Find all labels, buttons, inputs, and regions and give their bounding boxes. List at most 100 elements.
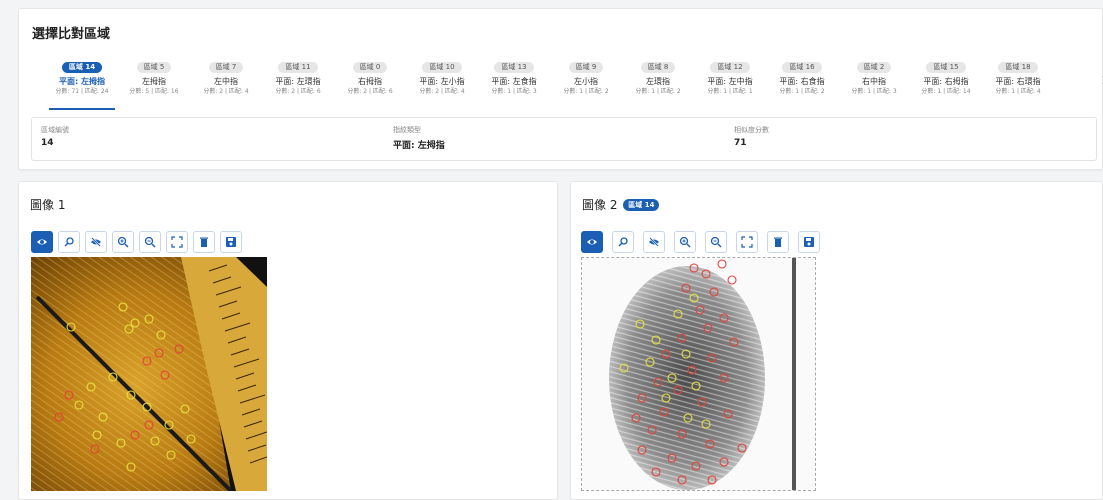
- tab-region-13[interactable]: 區域 13 平面: 左食指 分數: 1 | 匹配: 3: [479, 54, 549, 110]
- zoom-out-button[interactable]: [139, 231, 161, 253]
- tab-region-12[interactable]: 區域 12 平面: 左中指 分數: 1 | 匹配: 1: [695, 54, 765, 110]
- save-icon: [226, 237, 236, 247]
- region-number-label: 區域編號: [41, 126, 69, 134]
- region-number-value: 14: [41, 138, 54, 148]
- zoom-out-icon: [710, 236, 722, 248]
- zoom-search-button[interactable]: [58, 231, 80, 253]
- zoom-in-button[interactable]: [674, 231, 696, 253]
- toggle-markers-button[interactable]: [31, 231, 53, 253]
- image-2-title-text: 圖像 2: [582, 198, 618, 212]
- tab-badge: 區域 7: [208, 62, 244, 73]
- image-2-title: 圖像 2 區域 14: [582, 196, 660, 213]
- tab-meta: 分數: 1 | 匹配: 2: [635, 88, 681, 95]
- trash-icon: [200, 237, 208, 247]
- fullscreen-icon: [171, 236, 183, 248]
- tab-meta: 分數: 2 | 匹配: 6: [275, 88, 321, 95]
- fullscreen-button[interactable]: [736, 231, 758, 253]
- fingerprint-image-2[interactable]: [581, 257, 816, 491]
- image-1-title-text: 圖像 1: [30, 198, 66, 212]
- tab-meta: 分數: 1 | 匹配: 2: [779, 88, 825, 95]
- tab-meta: 分數: 2 | 匹配: 6: [347, 88, 393, 95]
- zoom-out-button[interactable]: [705, 231, 727, 253]
- fullscreen-button[interactable]: [166, 231, 188, 253]
- tab-region-14[interactable]: 區域 14 平面: 左拇指 分數: 71 | 匹配: 24: [47, 54, 117, 110]
- tab-finger-label: 右中指: [862, 77, 886, 86]
- eye-icon: [587, 239, 597, 245]
- tab-finger-label: 平面: 左環指: [275, 77, 321, 86]
- tab-finger-label: 右拇指: [358, 77, 382, 86]
- fullscreen-icon: [741, 236, 753, 248]
- toggle-markers-button[interactable]: [581, 231, 603, 253]
- tab-meta: 分數: 1 | 匹配: 14: [921, 88, 971, 95]
- zoom-out-icon: [144, 236, 156, 248]
- tab-finger-label: 左環指: [646, 77, 670, 86]
- tab-region-0[interactable]: 區域 0 右拇指 分數: 2 | 匹配: 6: [335, 54, 405, 110]
- tab-region-16[interactable]: 區域 16 平面: 右食指 分數: 1 | 匹配: 2: [767, 54, 837, 110]
- fingerprint-image-1[interactable]: [31, 257, 267, 491]
- similarity-score-value: 71: [734, 138, 747, 148]
- tab-region-7[interactable]: 區域 7 左中指 分數: 2 | 匹配: 4: [191, 54, 261, 110]
- tab-region-11[interactable]: 區域 11 平面: 左環指 分數: 2 | 匹配: 6: [263, 54, 333, 110]
- save-button[interactable]: [798, 231, 820, 253]
- tab-finger-label: 平面: 左中指: [707, 77, 753, 86]
- tab-meta: 分數: 1 | 匹配: 4: [995, 88, 1041, 95]
- tab-finger-label: 平面: 左小指: [419, 77, 465, 86]
- tab-meta: 分數: 1 | 匹配: 3: [851, 88, 897, 95]
- section-title: 選擇比對區域: [32, 27, 111, 42]
- tab-finger-label: 平面: 右食指: [779, 77, 825, 86]
- eye-off-icon: [649, 237, 659, 247]
- tab-badge: 區域 5: [136, 62, 172, 73]
- zoom-search-button[interactable]: [612, 231, 634, 253]
- tab-region-18[interactable]: 區域 18 平面: 右環指 分數: 1 | 匹配: 4: [983, 54, 1053, 110]
- tab-region-8[interactable]: 區域 8 左環指 分數: 1 | 匹配: 2: [623, 54, 693, 110]
- eye-icon: [37, 239, 47, 245]
- tab-meta: 分數: 5 | 匹配: 16: [129, 88, 179, 95]
- tab-meta: 分數: 1 | 匹配: 3: [491, 88, 537, 95]
- tab-region-9[interactable]: 區域 9 左小指 分數: 1 | 匹配: 2: [551, 54, 621, 110]
- region-selection-card: 選擇比對區域 區域 14 平面: 左拇指 分數: 71 | 匹配: 24 區域 …: [18, 8, 1103, 170]
- image-2-panel: 圖像 2 區域 14: [570, 181, 1103, 500]
- zoom-in-icon: [117, 236, 129, 248]
- tab-meta: 分數: 71 | 匹配: 24: [55, 88, 109, 95]
- tab-region-2[interactable]: 區域 2 右中指 分數: 1 | 匹配: 3: [839, 54, 909, 110]
- tab-badge: 區域 18: [998, 62, 1038, 73]
- zoom-search-icon: [618, 237, 628, 247]
- tab-finger-label: 平面: 右環指: [995, 77, 1041, 86]
- tab-badge: 區域 14: [61, 62, 103, 73]
- image-2-region-badge: 區域 14: [623, 199, 660, 211]
- tab-region-15[interactable]: 區域 15 平面: 右拇指 分數: 1 | 匹配: 14: [911, 54, 981, 110]
- tab-badge: 區域 10: [422, 62, 462, 73]
- fingerprint-type-value: 平面: 左拇指: [393, 141, 445, 151]
- similarity-score-label: 相似度分數: [734, 126, 769, 134]
- active-tab-underline: [49, 108, 115, 110]
- tab-badge: 區域 9: [568, 62, 604, 73]
- tab-badge: 區域 2: [856, 62, 892, 73]
- tab-finger-label: 左拇指: [142, 77, 166, 86]
- eye-off-icon: [91, 237, 101, 247]
- tab-badge: 區域 15: [926, 62, 966, 73]
- tab-finger-label: 平面: 左食指: [491, 77, 537, 86]
- save-button[interactable]: [220, 231, 242, 253]
- hide-markers-button[interactable]: [643, 231, 665, 253]
- zoom-search-icon: [64, 237, 74, 247]
- zoom-in-icon: [679, 236, 691, 248]
- tab-region-10[interactable]: 區域 10 平面: 左小指 分數: 2 | 匹配: 4: [407, 54, 477, 110]
- image-1-title: 圖像 1: [30, 196, 65, 213]
- region-info-box: 區域編號 14 指紋類型 平面: 左拇指 相似度分數 71: [31, 117, 1097, 161]
- delete-button[interactable]: [767, 231, 789, 253]
- tab-finger-label: 平面: 右拇指: [923, 77, 969, 86]
- tab-meta: 分數: 1 | 匹配: 2: [563, 88, 609, 95]
- tab-badge: 區域 8: [640, 62, 676, 73]
- save-icon: [804, 237, 814, 247]
- tab-badge: 區域 12: [710, 62, 750, 73]
- tab-finger-label: 左小指: [574, 77, 598, 86]
- tab-meta: 分數: 2 | 匹配: 4: [203, 88, 249, 95]
- image-1-panel: 圖像 1: [18, 181, 558, 500]
- tab-region-5[interactable]: 區域 5 左拇指 分數: 5 | 匹配: 16: [119, 54, 189, 110]
- tab-badge: 區域 13: [494, 62, 534, 73]
- tab-badge: 區域 0: [352, 62, 388, 73]
- zoom-in-button[interactable]: [112, 231, 134, 253]
- delete-button[interactable]: [193, 231, 215, 253]
- hide-markers-button[interactable]: [85, 231, 107, 253]
- fingerprint-type-label: 指紋類型: [393, 126, 421, 134]
